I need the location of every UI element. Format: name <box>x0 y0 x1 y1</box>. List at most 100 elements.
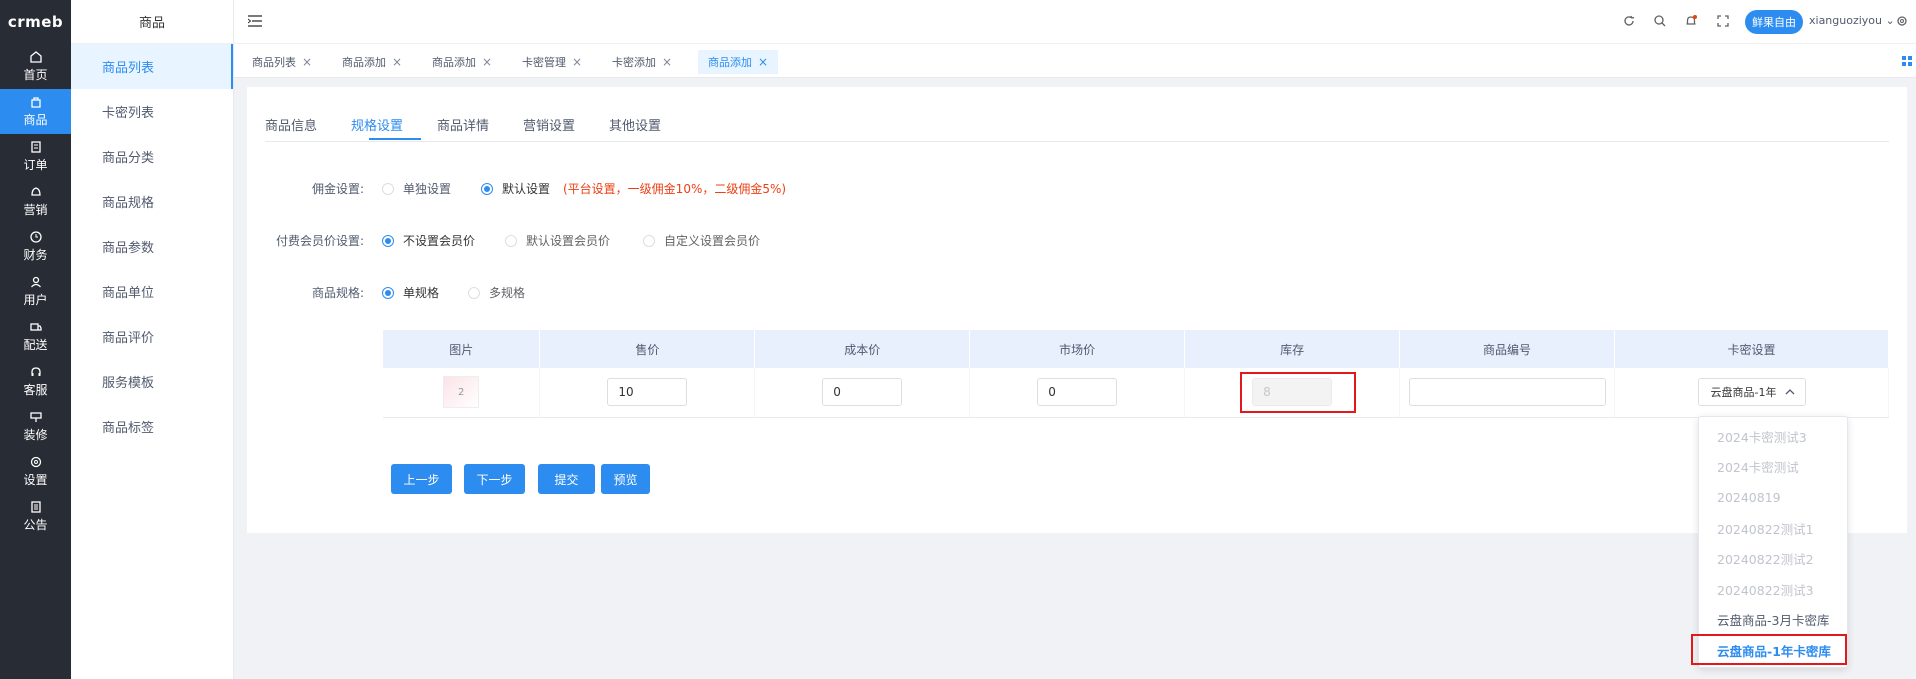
menu-toggle-icon[interactable] <box>248 15 262 27</box>
rail-item-notice[interactable]: 公告 <box>0 494 71 539</box>
rail-item-delivery[interactable]: 配送 <box>0 314 71 359</box>
cost-input[interactable] <box>822 378 903 407</box>
rail-item-service[interactable]: 客服 <box>0 359 71 404</box>
user-icon <box>30 276 41 288</box>
col-header-card: 卡密设置 <box>1614 330 1889 368</box>
card-library-select[interactable]: 云盘商品-1年 <box>1697 378 1806 407</box>
submenu-item-spec[interactable]: 商品规格 <box>71 179 233 224</box>
cell-image: 2 <box>383 368 541 418</box>
bell-icon[interactable] <box>1684 14 1698 28</box>
page-tab[interactable]: 商品添加 × <box>422 50 502 74</box>
gear-icon[interactable] <box>1895 14 1909 28</box>
main-nav-rail: crmeb 首页 商品 订单 营销 财务 用户 配送 客服 装修 设置 公告 <box>0 0 71 679</box>
goods-icon <box>30 97 41 108</box>
radio-spec-single[interactable]: 单规格 <box>382 284 439 301</box>
tab-goods-info[interactable]: 商品信息 <box>265 115 317 134</box>
page-tab[interactable]: 卡密添加 × <box>602 50 682 74</box>
radio-label: 默认设置会员价 <box>526 234 611 248</box>
tab-goods-detail[interactable]: 商品详情 <box>437 115 489 134</box>
col-header-market: 市场价 <box>969 330 1186 368</box>
tab-other-settings[interactable]: 其他设置 <box>609 115 661 134</box>
cell-code <box>1399 368 1616 418</box>
refresh-icon[interactable] <box>1622 14 1636 28</box>
rail-item-user[interactable]: 用户 <box>0 269 71 314</box>
rail-item-decorate[interactable]: 装修 <box>0 404 71 449</box>
user-avatar-button[interactable]: 鲜果自由 <box>1745 10 1803 34</box>
submenu-item-unit[interactable]: 商品单位 <box>71 269 233 314</box>
rail-item-marketing[interactable]: 营销 <box>0 179 71 224</box>
decorate-icon <box>29 412 42 422</box>
submenu-title: 商品 <box>71 0 233 44</box>
page-tabs: 商品列表 × 商品添加 × 商品添加 × 卡密管理 × 卡密添加 × 商品添加 × <box>234 44 1916 78</box>
page-tab-active[interactable]: 商品添加 × <box>698 50 779 74</box>
radio-member-none[interactable]: 不设置会员价 <box>382 232 475 249</box>
submenu-item-tags[interactable]: 商品标签 <box>71 404 233 449</box>
rail-item-order[interactable]: 订单 <box>0 134 71 179</box>
rail-item-settings[interactable]: 设置 <box>0 449 71 494</box>
radio-commission-default[interactable]: 默认设置 <box>481 180 550 197</box>
close-icon[interactable]: × <box>482 55 492 69</box>
tab-spec-settings[interactable]: 规格设置 <box>351 115 403 134</box>
submenu-item-card-list[interactable]: 卡密列表 <box>71 89 233 134</box>
thumbnail-text: 2 <box>458 386 465 398</box>
fullscreen-icon[interactable] <box>1716 14 1730 28</box>
preview-button[interactable]: 预览 <box>601 464 650 494</box>
card-library-dropdown: 2024卡密测试3 2024卡密测试 20240819 20240822测试1 … <box>1698 416 1848 668</box>
close-icon[interactable]: × <box>392 55 402 69</box>
price-input[interactable] <box>607 378 688 407</box>
radio-spec-multi[interactable]: 多规格 <box>468 284 525 301</box>
spec-table: 图片 售价 成本价 市场价 库存 商品编号 卡密设置 2 10 0 0 8 云盘… <box>383 330 1889 418</box>
radio-label: 自定义设置会员价 <box>664 234 761 248</box>
submenu-item-review[interactable]: 商品评价 <box>71 314 233 359</box>
table-row: 2 云盘商品-1年 <box>383 368 1889 418</box>
market-price-input[interactable] <box>1037 378 1118 407</box>
prev-step-button[interactable]: 上一步 <box>391 464 452 494</box>
product-thumbnail[interactable]: 2 <box>443 376 480 409</box>
notice-icon <box>30 501 41 513</box>
close-icon[interactable]: × <box>758 55 768 69</box>
submenu-item-service-template[interactable]: 服务模板 <box>71 359 233 404</box>
next-step-button[interactable]: 下一步 <box>464 464 525 494</box>
rail-label: 公告 <box>23 518 48 532</box>
content-tabs: 商品信息 规格设置 商品详情 营销设置 其他设置 <box>265 87 1889 142</box>
radio-dot <box>481 182 493 195</box>
marketing-icon <box>30 187 41 196</box>
search-icon[interactable] <box>1653 14 1667 28</box>
page-tab[interactable]: 卡密管理 × <box>512 50 592 74</box>
cell-cost <box>754 368 971 418</box>
page-tab[interactable]: 商品列表 × <box>242 50 322 74</box>
rail-item-goods[interactable]: 商品 <box>0 89 71 134</box>
submit-button[interactable]: 提交 <box>538 464 595 494</box>
username-dropdown[interactable]: xianguoziyou ⌄ <box>1809 14 1895 27</box>
grid-icon[interactable] <box>1902 56 1912 66</box>
col-header-cost: 成本价 <box>754 330 971 368</box>
goods-code-input[interactable] <box>1408 378 1606 407</box>
cell-market <box>969 368 1186 418</box>
radio-label: 不设置会员价 <box>403 234 476 248</box>
radio-label: 单独设置 <box>403 182 452 196</box>
tab-label: 卡密添加 <box>612 56 656 69</box>
page-tab[interactable]: 商品添加 × <box>332 50 412 74</box>
radio-label: 单规格 <box>403 286 440 300</box>
submenu-item-category[interactable]: 商品分类 <box>71 134 233 179</box>
submenu-item-goods-list[interactable]: 商品列表 <box>71 44 233 89</box>
finance-icon <box>29 231 42 243</box>
submenu-item-params[interactable]: 商品参数 <box>71 224 233 269</box>
cell-price <box>539 368 756 418</box>
radio-dot <box>382 286 394 299</box>
dropdown-option[interactable]: 云盘商品-3月卡密库 <box>1699 605 1847 636</box>
close-icon[interactable]: × <box>572 55 582 69</box>
tab-marketing-settings[interactable]: 营销设置 <box>523 115 575 134</box>
settings-icon <box>30 456 41 468</box>
radio-dot <box>382 234 394 247</box>
close-icon[interactable]: × <box>302 55 312 69</box>
radio-member-custom[interactable]: 自定义设置会员价 <box>643 232 760 249</box>
rail-item-home[interactable]: 首页 <box>0 44 71 89</box>
close-icon[interactable]: × <box>662 55 672 69</box>
radio-member-default[interactable]: 默认设置会员价 <box>505 232 610 249</box>
tab-label: 商品添加 <box>432 56 476 69</box>
top-header: 鲜果自由 xianguoziyou ⌄ <box>234 0 1916 44</box>
radio-commission-single[interactable]: 单独设置 <box>382 180 451 197</box>
rail-item-finance[interactable]: 财务 <box>0 224 71 269</box>
commission-label: 佣金设置: <box>311 182 364 196</box>
